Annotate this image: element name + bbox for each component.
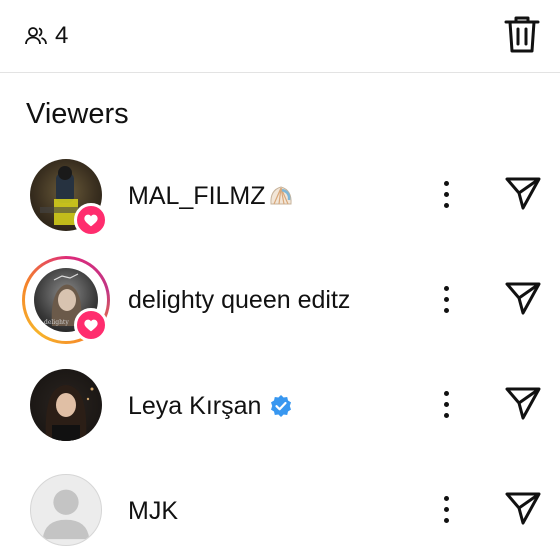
viewer-name[interactable]: delighty queen editz (128, 285, 350, 315)
send-icon[interactable] (503, 173, 543, 213)
avatar[interactable] (30, 159, 108, 237)
viewer-count-number: 4 (55, 22, 69, 49)
send-icon[interactable] (503, 383, 543, 423)
heart-badge (74, 203, 108, 237)
trash-icon[interactable] (503, 14, 541, 54)
default-avatar-icon (42, 489, 90, 540)
viewer-row[interactable]: MAL_FILMZ (0, 150, 560, 240)
viewer-name[interactable]: MAL_FILMZ (128, 181, 294, 211)
viewer-name[interactable]: MJK (128, 496, 178, 526)
avatar[interactable] (30, 474, 102, 546)
send-icon[interactable] (503, 278, 543, 318)
verified-badge-icon (271, 395, 292, 417)
viewer-row[interactable]: MJK (0, 465, 560, 555)
more-options-button[interactable] (436, 284, 456, 316)
send-icon[interactable] (503, 488, 543, 528)
avatar[interactable] (30, 369, 102, 441)
more-options-button[interactable] (436, 179, 456, 211)
viewer-row[interactable]: Leya Kırşan (0, 360, 560, 450)
viewers-heading: Viewers (26, 98, 129, 130)
heart-badge (74, 308, 108, 342)
svg-text:delighty: delighty (44, 319, 69, 326)
viewer-count[interactable]: 4 (25, 22, 68, 50)
more-options-button[interactable] (436, 494, 456, 526)
avatar[interactable]: delighty (22, 256, 110, 344)
people-icon (25, 27, 47, 45)
viewer-row[interactable]: delighty delighty queen editz (0, 255, 560, 345)
top-bar: 4 (0, 0, 560, 73)
more-options-button[interactable] (436, 389, 456, 421)
shell-emoji-icon (269, 186, 292, 205)
viewer-name[interactable]: Leya Kırşan (128, 391, 293, 421)
